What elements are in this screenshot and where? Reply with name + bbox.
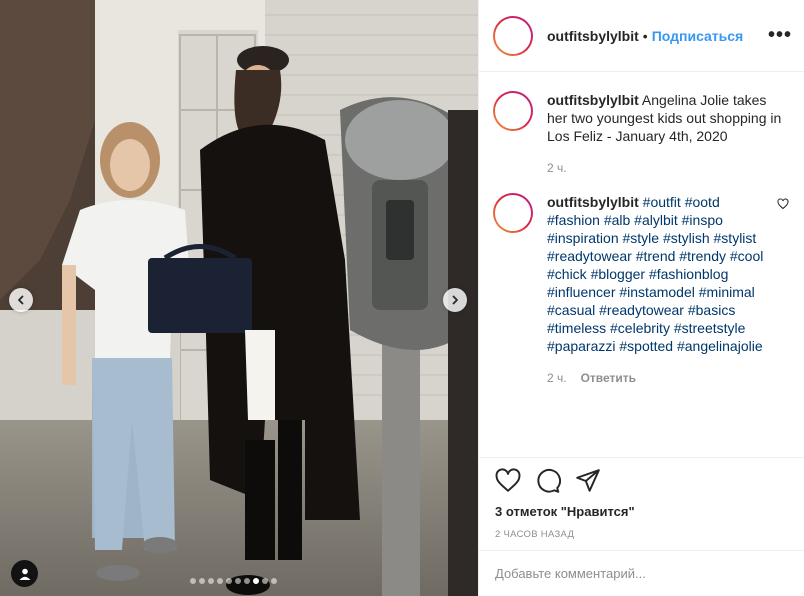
caption-username[interactable]: outfitsbylylbit [547,92,639,108]
posted-time[interactable]: 2 часов назад [495,529,789,540]
paper-plane-icon [576,469,600,492]
carousel-dot [226,578,232,584]
small-heart-icon [777,198,789,210]
carousel-indicator [190,578,277,584]
caption: outfitsbylylbit Angelina Jolie takes her… [493,91,789,177]
post-side-panel: outfitsbylylbit • Подписаться ••• outfit… [478,0,804,596]
carousel-dot [253,578,259,584]
chevron-left-icon [18,295,24,305]
author-avatar[interactable] [493,15,533,56]
comment-username[interactable]: outfitsbylylbit [547,194,639,210]
post-header: outfitsbylylbit • Подписаться ••• [479,0,804,72]
carousel-dot [217,578,223,584]
comment-item: outfitsbylylbit #outfit #ootd #fashion #… [493,193,789,387]
caption-time[interactable]: 2 ч. [547,159,567,177]
chevron-right-icon [452,295,458,305]
more-options-button[interactable]: ••• [768,24,792,47]
header-separator: • [642,27,648,44]
action-icons [495,464,789,498]
author-username[interactable]: outfitsbylylbit [547,28,639,44]
street-photo-illustration [0,0,478,596]
comment-bubble-icon [537,468,561,493]
instagram-post-modal: outfitsbylylbit • Подписаться ••• outfit… [0,0,804,596]
caption-avatar[interactable] [493,91,533,131]
carousel-dot [262,578,268,584]
next-slide-button[interactable] [443,288,467,312]
like-button[interactable] [495,468,521,494]
heart-icon [495,468,521,492]
comment-hashtags[interactable]: #outfit #ootd #fashion #alb #alylbit #in… [547,194,763,354]
follow-button[interactable]: Подписаться [652,28,744,44]
reply-button[interactable]: Ответить [581,369,636,387]
comments-section[interactable]: outfitsbylylbit Angelina Jolie takes her… [479,73,804,457]
carousel-dot [271,578,277,584]
carousel-dot [244,578,250,584]
comment-meta: 2 ч. Ответить [547,369,769,387]
comment-time[interactable]: 2 ч. [547,369,567,387]
tagged-users-button[interactable] [11,560,38,587]
caption-body: outfitsbylylbit Angelina Jolie takes her… [547,91,783,177]
add-comment-field[interactable]: Добавьте комментарий... [479,550,804,596]
comment-avatar[interactable] [493,193,533,233]
post-actions: 3 отметок "Нравится" 2 часов назад [479,457,804,541]
carousel-dot [235,578,241,584]
comment-body: outfitsbylylbit #outfit #ootd #fashion #… [547,193,769,387]
caption-meta: 2 ч. [547,159,783,177]
add-comment-placeholder[interactable]: Добавьте комментарий... [495,566,646,581]
share-button[interactable] [575,468,601,494]
user-tag-icon [19,568,30,580]
carousel-dot [190,578,196,584]
likes-count[interactable]: 3 отметок "Нравится" [495,504,789,519]
previous-slide-button[interactable] [9,288,33,312]
carousel-dot [208,578,214,584]
post-photo[interactable] [0,0,478,596]
carousel-dot [199,578,205,584]
comment-like-button[interactable] [777,197,789,215]
comment-button[interactable] [535,468,561,494]
